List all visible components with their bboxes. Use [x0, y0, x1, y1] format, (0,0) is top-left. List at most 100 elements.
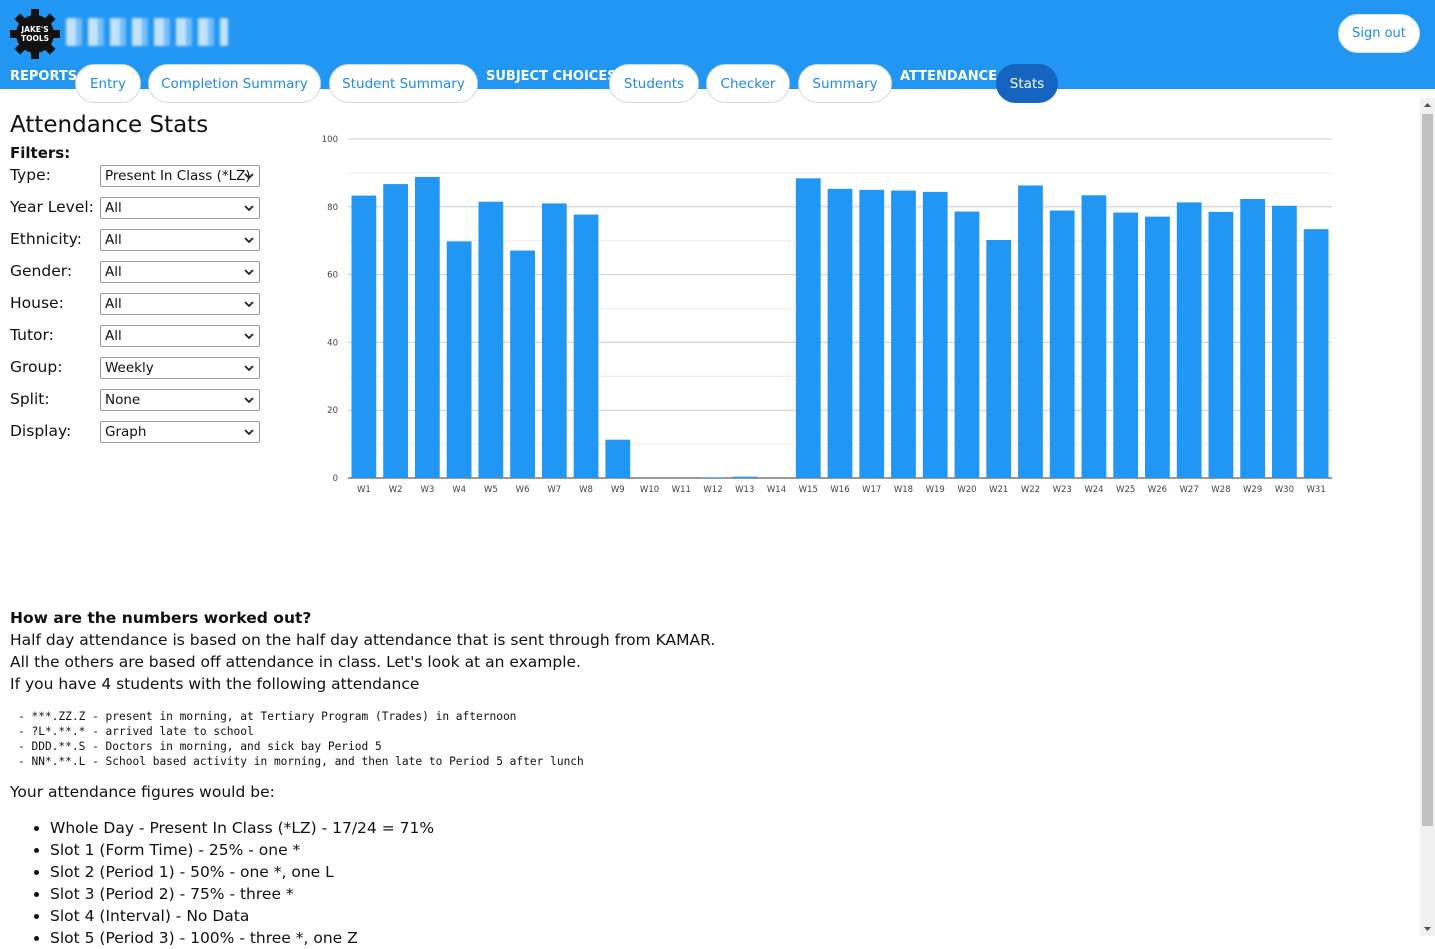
chart-bar	[859, 189, 885, 478]
filter-label: Type:	[10, 166, 51, 184]
select-value: All	[105, 200, 122, 216]
year-level-select[interactable]: All	[100, 197, 260, 219]
chevron-down-icon	[244, 237, 254, 244]
x-tick-label: W14	[767, 485, 786, 495]
tab-stats[interactable]: Stats	[996, 64, 1058, 103]
scroll-up-arrow-icon[interactable]	[1420, 98, 1435, 112]
sign-out-button[interactable]: Sign out	[1338, 14, 1420, 53]
school-name-redacted	[66, 18, 228, 46]
code-line: - NN*.**.L - School based activity in mo…	[18, 755, 584, 768]
list-item: Slot 5 (Period 3) - 100% - three *, one …	[50, 927, 1410, 949]
tab-students[interactable]: Students	[609, 64, 699, 103]
tab-summary[interactable]: Summary	[798, 64, 892, 103]
tab-completion-summary[interactable]: Completion Summary	[148, 64, 321, 103]
filter-label: Gender:	[10, 262, 73, 280]
tab-entry[interactable]: Entry	[75, 64, 141, 103]
filter-ethnicity: Ethnicity: All	[10, 229, 262, 253]
x-tick-label: W25	[1116, 485, 1135, 495]
list-item: Whole Day - Present In Class (*LZ) - 17/…	[50, 817, 1410, 839]
vertical-scrollbar[interactable]	[1420, 98, 1435, 936]
filter-label: Ethnicity:	[10, 230, 82, 248]
chart-bar	[986, 240, 1012, 478]
split-select[interactable]: None	[100, 389, 260, 411]
explanation-line: If you have 4 students with the followin…	[10, 675, 420, 693]
jakes-tools-logo[interactable]: JAKE'S TOOLS	[9, 8, 61, 60]
type-select[interactable]: Present In Class (*LZ)	[100, 165, 260, 187]
x-tick-label: W1	[357, 485, 371, 495]
gender-select[interactable]: All	[100, 261, 260, 283]
filter-house: House: All	[10, 293, 262, 317]
chart-bar	[383, 184, 408, 478]
x-tick-label: W12	[703, 485, 722, 495]
filter-label: Display:	[10, 422, 72, 440]
filter-gender: Gender: All	[10, 261, 262, 285]
code-line: - DDD.**.S - Doctors in morning, and sic…	[18, 740, 382, 753]
scroll-thumb[interactable]	[1422, 114, 1433, 826]
chart-bar	[1303, 229, 1329, 478]
filter-label: Group:	[10, 358, 63, 376]
y-tick-label: 20	[327, 406, 338, 416]
figures-intro: Your attendance figures would be:	[10, 783, 275, 801]
nav-section-attendance: ATTENDANCE	[900, 69, 997, 84]
tab-student-summary[interactable]: Student Summary	[329, 64, 478, 103]
x-tick-label: W6	[516, 485, 530, 495]
chart-bar	[1240, 199, 1266, 478]
list-item: Slot 3 (Period 2) - 75% - three *	[50, 883, 1410, 905]
chart-bar	[922, 191, 948, 478]
filter-split: Split: None	[10, 389, 262, 413]
x-tick-label: W17	[862, 485, 881, 495]
tab-checker[interactable]: Checker	[706, 64, 790, 103]
x-tick-label: W18	[894, 485, 913, 495]
display-select[interactable]: Graph	[100, 421, 260, 443]
x-tick-label: W7	[547, 485, 561, 495]
x-tick-label: W21	[989, 485, 1008, 495]
filter-label: Split:	[10, 390, 50, 408]
filter-tutor: Tutor: All	[10, 325, 262, 349]
chevron-down-icon	[244, 397, 254, 404]
x-tick-label: W8	[579, 485, 593, 495]
chart-bar	[446, 241, 472, 478]
select-value: All	[105, 296, 122, 312]
chart-svg: 0 20 40 60 80 100 W1 W2 W3 W4 W5 W6 W7 W8 W9 W10 W11 W12 W…	[322, 135, 1332, 495]
explanation-line: All the others are based off attendance …	[10, 653, 581, 671]
x-tick-label: W15	[799, 485, 818, 495]
y-tick-label: 60	[327, 271, 338, 281]
x-tick-label: W23	[1053, 485, 1072, 495]
x-tick-label: W3	[420, 485, 434, 495]
x-tick-label: W31	[1307, 485, 1326, 495]
gear-logo-icon: JAKE'S TOOLS	[10, 9, 60, 59]
x-tick-label: W11	[672, 485, 691, 495]
x-tick-label: W22	[1021, 485, 1040, 495]
list-item: Slot 1 (Form Time) - 25% - one *	[50, 839, 1410, 861]
x-tick-label: W10	[640, 485, 659, 495]
x-tick-label: W16	[830, 485, 849, 495]
chart-bar	[891, 190, 916, 478]
chart-bar	[827, 188, 853, 478]
x-tick-label: W4	[452, 485, 466, 495]
ethnicity-select[interactable]: All	[100, 229, 260, 251]
select-value: All	[105, 264, 122, 280]
attendance-bar-chart: 0 20 40 60 80 100 W1 W2 W3 W4 W5 W6 W7 W8 W9 W10 W11 W12 W…	[316, 128, 1340, 498]
x-tick-label: W28	[1211, 485, 1230, 495]
chart-bar	[954, 211, 980, 478]
x-tick-label: W9	[611, 485, 625, 495]
filters-heading: Filters:	[10, 144, 71, 162]
select-value: Graph	[105, 424, 147, 440]
x-tick-label: W2	[389, 485, 403, 495]
chevron-down-icon	[244, 301, 254, 308]
y-tick-label: 0	[333, 474, 338, 484]
tutor-select[interactable]: All	[100, 325, 260, 347]
list-item: Slot 4 (Interval) - No Data	[50, 905, 1410, 927]
x-tick-label: W24	[1084, 485, 1103, 495]
house-select[interactable]: All	[100, 293, 260, 315]
group-select[interactable]: Weekly	[100, 357, 260, 379]
scroll-down-arrow-icon[interactable]	[1420, 922, 1435, 936]
select-value: All	[105, 232, 122, 248]
filter-label: House:	[10, 294, 64, 312]
chart-bar	[732, 476, 758, 478]
nav-section-reports: REPORTS	[10, 69, 78, 84]
chart-bar	[1113, 212, 1139, 479]
chart-bar	[795, 178, 821, 478]
filter-display: Display: Graph	[10, 421, 262, 445]
explanation-heading: How are the numbers worked out?	[10, 609, 312, 627]
